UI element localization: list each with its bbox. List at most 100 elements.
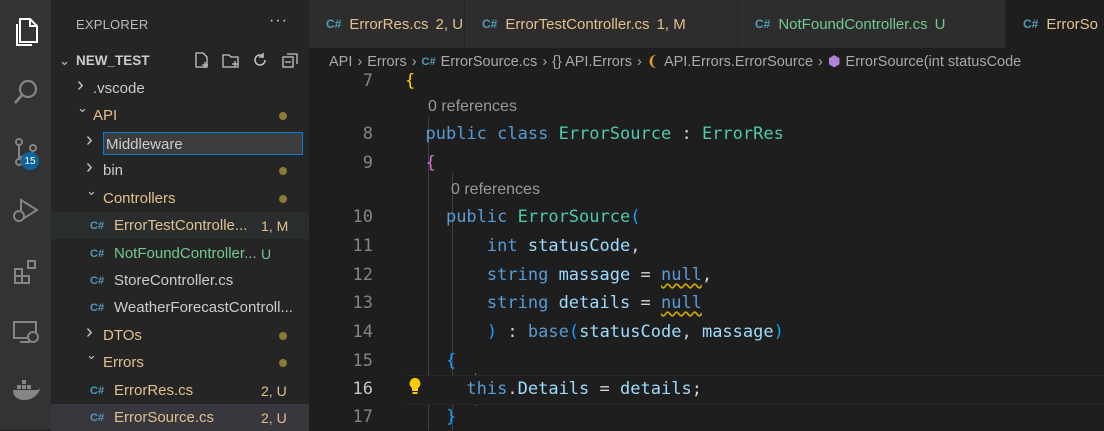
tab-errortestcontroller[interactable]: C# ErrorTestController.cs 1, M (465, 0, 738, 48)
folder-label: .vscode (93, 80, 145, 97)
rename-input[interactable]: Middleware (103, 132, 303, 155)
line-number: 8 (362, 124, 373, 144)
method-icon: ⬢ (827, 53, 841, 70)
code-line-10: public ErrorSource( (445, 207, 641, 227)
workspace-root[interactable]: ⌄ NEW_TEST (51, 47, 309, 74)
workspace-root-label: NEW_TEST (76, 53, 150, 68)
refresh-icon[interactable] (251, 51, 269, 73)
modified-dot (279, 111, 287, 120)
file-label: ErrorRes.cs (114, 382, 194, 399)
code-line-7: { (405, 71, 416, 91)
folder-item[interactable]: › .vscode (51, 74, 309, 102)
chevron-right-icon: › (77, 74, 84, 96)
search-icon[interactable] (0, 68, 51, 116)
tab-label: ErrorSo (1046, 15, 1099, 33)
tab-label: NotFoundController.cs (778, 15, 928, 33)
folder-item[interactable]: ⌄ Controllers (51, 183, 309, 212)
new-folder-icon[interactable] (221, 51, 241, 73)
modified-dot (279, 358, 287, 367)
run-debug-icon[interactable] (0, 186, 51, 234)
code-editor[interactable]: 7 { 0 references 8 public class ErrorSou… (309, 71, 1104, 430)
folder-label: API (93, 107, 118, 124)
chevron-right-icon: › (636, 53, 642, 70)
explorer-title: EXPLORER (76, 17, 149, 32)
remote-explorer-icon[interactable] (0, 308, 51, 356)
tab-label: ErrorTestController.cs (505, 15, 650, 33)
code-line-12: string massage = null, (486, 265, 713, 285)
csharp-icon: C# (90, 384, 105, 397)
line-number: 9 (362, 153, 373, 173)
file-label: WeatherForecastControll... (114, 299, 293, 316)
code-lens-references[interactable]: 0 references (451, 181, 540, 199)
breadcrumb-item[interactable]: {} API.Errors (552, 54, 632, 70)
breadcrumb-item[interactable]: API (329, 54, 352, 70)
file-item[interactable]: C# NotFoundController... U (51, 240, 309, 267)
folder-item[interactable]: › bin (51, 156, 309, 184)
chevron-right-icon: › (86, 156, 93, 178)
modified-dot (279, 166, 287, 175)
file-label: StoreController.cs (114, 272, 234, 289)
csharp-icon: C# (482, 17, 498, 31)
file-item[interactable]: C# WeatherForecastControll... (51, 294, 309, 321)
folder-label: DTOs (103, 327, 142, 344)
line-number: 13 (352, 293, 373, 313)
code-lens-references[interactable]: 0 references (428, 98, 517, 116)
chevron-down-icon: ⌄ (86, 183, 97, 198)
csharp-icon: C# (755, 17, 771, 31)
chevron-down-icon: ⌄ (77, 100, 88, 115)
class-icon: ❨ (646, 53, 659, 70)
folder-item[interactable]: › DTOs (51, 321, 309, 349)
file-item[interactable]: C# ErrorSource.cs 2, U (51, 404, 309, 431)
modified-dot (279, 331, 287, 340)
extensions-icon[interactable] (0, 248, 51, 296)
code-line-14: ) : base(statusCode, massage) (486, 322, 784, 342)
csharp-icon: C# (90, 411, 105, 424)
line-number: 15 (352, 351, 373, 371)
docker-icon[interactable] (0, 366, 51, 414)
file-item[interactable]: C# ErrorTestControlle... 1, M (51, 212, 309, 239)
chevron-down-icon: ⌄ (86, 347, 97, 362)
csharp-icon: C# (90, 219, 105, 232)
activity-bar: 15 (0, 0, 51, 430)
file-item[interactable]: C# StoreController.cs (51, 267, 309, 294)
line-number: 7 (362, 71, 373, 91)
code-line-15: { (445, 351, 457, 371)
tab-notfoundcontroller[interactable]: C# NotFoundController.cs U (738, 0, 1006, 48)
breadcrumb-item[interactable]: Errors (367, 54, 406, 70)
tab-errorres[interactable]: C# ErrorRes.cs 2, U (309, 0, 465, 48)
folder-item[interactable]: › Middleware (51, 129, 309, 157)
line-number: 11 (352, 236, 373, 256)
csharp-icon: C# (1023, 17, 1039, 31)
chevron-right-icon: › (542, 53, 548, 70)
tab-status: U (934, 15, 946, 33)
csharp-icon: C# (90, 247, 105, 260)
file-label: ErrorTestControlle... (114, 217, 248, 234)
breadcrumb-item[interactable]: ErrorSource(int statusCode (846, 54, 1022, 70)
tab-label: ErrorRes.cs (349, 15, 429, 33)
folder-item[interactable]: ⌄ API (51, 100, 309, 129)
code-line-16: this.Details = details; (466, 379, 702, 399)
files-icon[interactable] (0, 8, 51, 56)
code-line-8: public class ErrorSource : ErrorRes (425, 124, 784, 144)
tab-errorsource[interactable]: C# ErrorSo (1006, 0, 1104, 48)
folder-item[interactable]: ⌄ Errors (51, 347, 309, 376)
breadcrumb-item[interactable]: API.Errors.ErrorSource (664, 54, 813, 70)
file-item[interactable]: C# ErrorRes.cs 2, U (51, 377, 309, 404)
new-file-icon[interactable] (193, 51, 211, 73)
scm-badge: 15 (21, 152, 39, 170)
tab-status: 2, U (435, 15, 464, 33)
chevron-down-icon: ⌄ (59, 52, 70, 68)
chevron-right-icon: › (411, 53, 417, 70)
code-line-13: string details = null (486, 293, 702, 313)
collapse-all-icon[interactable] (281, 51, 299, 73)
more-actions-icon[interactable]: ··· (269, 12, 288, 30)
tab-status: 1, M (656, 15, 686, 33)
explorer-sidebar: EXPLORER ··· ⌄ NEW_TEST › .vscode ⌄ API › Mid… (51, 0, 309, 431)
csharp-icon: C# (90, 301, 105, 314)
git-status: 2, U (261, 409, 287, 426)
git-status: U (261, 245, 272, 262)
code-line-17: } (445, 407, 457, 427)
breadcrumb-item[interactable]: ErrorSource.cs (441, 54, 538, 70)
folder-label: bin (103, 162, 124, 179)
breadcrumb: API › Errors › C# ErrorSource.cs › {} AP… (309, 48, 1104, 75)
